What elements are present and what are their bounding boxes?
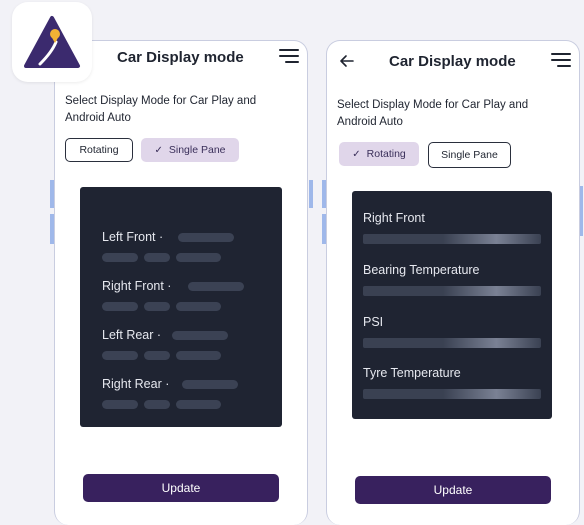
- value-placeholder: [176, 253, 221, 262]
- checkmark-icon: ✓: [352, 148, 361, 160]
- rotating-mode-button[interactable]: ✓ Rotating: [339, 142, 419, 166]
- rotating-mode-button[interactable]: Rotating: [65, 138, 133, 162]
- value-placeholder: [176, 302, 221, 311]
- single-pane-mode-button[interactable]: Single Pane: [428, 142, 511, 168]
- reading-label-tyre-temperature: Tyre Temperature: [363, 366, 461, 380]
- app-logo-icon: [24, 16, 80, 68]
- page-title: Car Display mode: [117, 49, 244, 66]
- update-button[interactable]: Update: [83, 474, 279, 502]
- value-placeholder: [178, 233, 234, 242]
- back-arrow-icon[interactable]: [339, 53, 355, 69]
- value-placeholder: [102, 400, 138, 409]
- reading-bar: [363, 234, 541, 244]
- value-placeholder: [176, 400, 221, 409]
- reading-label-psi: PSI: [363, 315, 384, 329]
- reading-bar: [363, 338, 541, 348]
- value-placeholder: [102, 351, 138, 360]
- phone-screen-single-pane: Car Display mode Select Display Mode for…: [54, 40, 308, 525]
- reading-label-right-front: Right Front: [363, 211, 425, 225]
- rotating-mode-label: Rotating: [79, 144, 119, 156]
- value-placeholder: [182, 380, 238, 389]
- value-placeholder: [144, 302, 170, 311]
- tire-label-right-front: Right Front ·: [102, 279, 172, 293]
- single-pane-mode-label: Single Pane: [168, 144, 226, 156]
- decorative-bar: [309, 180, 313, 208]
- value-placeholder: [102, 253, 138, 262]
- value-placeholder: [144, 351, 170, 360]
- page-title: Car Display mode: [389, 53, 516, 70]
- hamburger-menu-icon[interactable]: [279, 49, 299, 65]
- value-placeholder: [176, 351, 221, 360]
- tire-label-left-rear: Left Rear ·: [102, 328, 162, 342]
- single-pane-preview: Left Front · Right Front · Left Rear · R…: [80, 187, 282, 427]
- display-mode-description: Select Display Mode for Car Play and And…: [337, 99, 529, 128]
- checkmark-icon: ✓: [154, 144, 163, 156]
- value-placeholder: [144, 400, 170, 409]
- reading-bar: [363, 389, 541, 399]
- tire-label-right-rear: Right Rear ·: [102, 377, 170, 391]
- hamburger-menu-icon[interactable]: [551, 53, 571, 69]
- tire-label-left-front: Left Front ·: [102, 230, 164, 244]
- reading-bar: [363, 286, 541, 296]
- rotating-mode-label: Rotating: [366, 148, 406, 160]
- rotating-preview: Right Front Bearing Temperature PSI Tyre…: [352, 191, 552, 419]
- value-placeholder: [172, 331, 228, 340]
- update-button[interactable]: Update: [355, 476, 551, 504]
- value-placeholder: [102, 302, 138, 311]
- app-logo: [12, 2, 92, 82]
- reading-label-bearing-temperature: Bearing Temperature: [363, 263, 480, 277]
- single-pane-mode-label: Single Pane: [441, 149, 498, 161]
- value-placeholder: [144, 253, 170, 262]
- phone-screen-rotating: Car Display mode Select Display Mode for…: [326, 40, 580, 525]
- value-placeholder: [188, 282, 244, 291]
- display-mode-description: Select Display Mode for Car Play and And…: [65, 95, 257, 124]
- single-pane-mode-button[interactable]: ✓ Single Pane: [141, 138, 239, 162]
